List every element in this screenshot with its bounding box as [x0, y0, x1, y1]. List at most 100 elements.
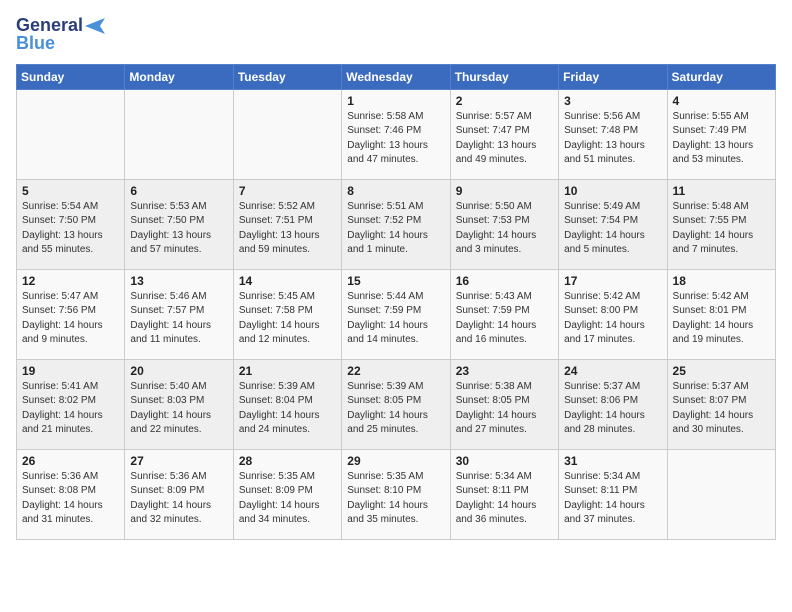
- calendar-cell: 14 Sunrise: 5:45 AM Sunset: 7:58 PM Dayli…: [233, 269, 341, 359]
- day-info: Sunrise: 5:55 AM Sunset: 7:49 PM Dayligh…: [673, 110, 770, 168]
- day-info: Sunrise: 5:43 AM Sunset: 7:59 PM Dayligh…: [456, 290, 553, 348]
- calendar-cell: 23 Sunrise: 5:38 AM Sunset: 8:05 PM Dayli…: [450, 359, 558, 449]
- calendar-week-1: 1 Sunrise: 5:58 AM Sunset: 7:46 PM Daylig…: [17, 89, 776, 179]
- calendar-cell: 18 Sunrise: 5:42 AM Sunset: 8:01 PM Dayli…: [667, 269, 775, 359]
- day-number: 16: [456, 274, 553, 288]
- calendar-cell: 13 Sunrise: 5:46 AM Sunset: 7:57 PM Dayli…: [125, 269, 233, 359]
- calendar-table: SundayMondayTuesdayWednesdayThursdayFrid…: [16, 64, 776, 540]
- day-info: Sunrise: 5:39 AM Sunset: 8:04 PM Dayligh…: [239, 380, 336, 438]
- calendar-cell: 21 Sunrise: 5:39 AM Sunset: 8:04 PM Dayli…: [233, 359, 341, 449]
- day-number: 21: [239, 364, 336, 378]
- day-info: Sunrise: 5:57 AM Sunset: 7:47 PM Dayligh…: [456, 110, 553, 168]
- calendar-cell: 10 Sunrise: 5:49 AM Sunset: 7:54 PM Dayli…: [559, 179, 667, 269]
- calendar-cell: 4 Sunrise: 5:55 AM Sunset: 7:49 PM Daylig…: [667, 89, 775, 179]
- calendar-cell: [125, 89, 233, 179]
- day-info: Sunrise: 5:51 AM Sunset: 7:52 PM Dayligh…: [347, 200, 444, 258]
- day-number: 17: [564, 274, 661, 288]
- day-info: Sunrise: 5:53 AM Sunset: 7:50 PM Dayligh…: [130, 200, 227, 258]
- day-number: 26: [22, 454, 119, 468]
- day-number: 13: [130, 274, 227, 288]
- day-number: 30: [456, 454, 553, 468]
- calendar-cell: [667, 449, 775, 539]
- weekday-header-sunday: Sunday: [17, 64, 125, 89]
- day-number: 20: [130, 364, 227, 378]
- day-info: Sunrise: 5:40 AM Sunset: 8:03 PM Dayligh…: [130, 380, 227, 438]
- day-number: 27: [130, 454, 227, 468]
- day-number: 7: [239, 184, 336, 198]
- calendar-cell: 29Sunrise: 5:35 AM Sunset: 8:10 PM Dayli…: [342, 449, 450, 539]
- weekday-header-saturday: Saturday: [667, 64, 775, 89]
- day-info: Sunrise: 5:34 AM Sunset: 8:11 PM Dayligh…: [456, 470, 553, 528]
- calendar-cell: 9 Sunrise: 5:50 AM Sunset: 7:53 PM Daylig…: [450, 179, 558, 269]
- calendar-cell: 27 Sunrise: 5:36 AM Sunset: 8:09 PM Dayli…: [125, 449, 233, 539]
- day-number: 19: [22, 364, 119, 378]
- calendar-cell: 26Sunrise: 5:36 AM Sunset: 8:08 PM Dayli…: [17, 449, 125, 539]
- calendar-cell: 30 Sunrise: 5:34 AM Sunset: 8:11 PM Dayli…: [450, 449, 558, 539]
- day-info: Sunrise: 5:48 AM Sunset: 7:55 PM Dayligh…: [673, 200, 770, 258]
- calendar-cell: 25Sunrise: 5:37 AM Sunset: 8:07 PM Dayli…: [667, 359, 775, 449]
- weekday-header-wednesday: Wednesday: [342, 64, 450, 89]
- day-number: 10: [564, 184, 661, 198]
- day-info: Sunrise: 5:35 AM Sunset: 8:09 PM Dayligh…: [239, 470, 336, 528]
- calendar-cell: 20 Sunrise: 5:40 AM Sunset: 8:03 PM Dayli…: [125, 359, 233, 449]
- day-number: 15: [347, 274, 444, 288]
- calendar-cell: 31 Sunrise: 5:34 AM Sunset: 8:11 PM Dayli…: [559, 449, 667, 539]
- calendar-cell: 7 Sunrise: 5:52 AM Sunset: 7:51 PM Daylig…: [233, 179, 341, 269]
- day-number: 28: [239, 454, 336, 468]
- day-number: 14: [239, 274, 336, 288]
- calendar-cell: 22 Sunrise: 5:39 AM Sunset: 8:05 PM Dayli…: [342, 359, 450, 449]
- calendar-cell: 28 Sunrise: 5:35 AM Sunset: 8:09 PM Dayli…: [233, 449, 341, 539]
- day-number: 1: [347, 94, 444, 108]
- calendar-cell: 15Sunrise: 5:44 AM Sunset: 7:59 PM Dayli…: [342, 269, 450, 359]
- day-number: 18: [673, 274, 770, 288]
- weekday-header-monday: Monday: [125, 64, 233, 89]
- day-number: 8: [347, 184, 444, 198]
- day-info: Sunrise: 5:42 AM Sunset: 8:01 PM Dayligh…: [673, 290, 770, 348]
- calendar-cell: 1 Sunrise: 5:58 AM Sunset: 7:46 PM Daylig…: [342, 89, 450, 179]
- day-info: Sunrise: 5:45 AM Sunset: 7:58 PM Dayligh…: [239, 290, 336, 348]
- day-info: Sunrise: 5:38 AM Sunset: 8:05 PM Dayligh…: [456, 380, 553, 438]
- day-number: 11: [673, 184, 770, 198]
- day-info: Sunrise: 5:49 AM Sunset: 7:54 PM Dayligh…: [564, 200, 661, 258]
- calendar-cell: 8 Sunrise: 5:51 AM Sunset: 7:52 PM Daylig…: [342, 179, 450, 269]
- day-info: Sunrise: 5:47 AM Sunset: 7:56 PM Dayligh…: [22, 290, 119, 348]
- calendar-cell: 17 Sunrise: 5:42 AM Sunset: 8:00 PM Dayli…: [559, 269, 667, 359]
- day-info: Sunrise: 5:52 AM Sunset: 7:51 PM Dayligh…: [239, 200, 336, 258]
- calendar-week-4: 19 Sunrise: 5:41 AM Sunset: 8:02 PM Dayli…: [17, 359, 776, 449]
- day-info: Sunrise: 5:41 AM Sunset: 8:02 PM Dayligh…: [22, 380, 119, 438]
- day-info: Sunrise: 5:54 AM Sunset: 7:50 PM Dayligh…: [22, 200, 119, 258]
- calendar-week-5: 26Sunrise: 5:36 AM Sunset: 8:08 PM Dayli…: [17, 449, 776, 539]
- day-info: Sunrise: 5:39 AM Sunset: 8:05 PM Dayligh…: [347, 380, 444, 438]
- calendar-week-2: 5 Sunrise: 5:54 AM Sunset: 7:50 PM Daylig…: [17, 179, 776, 269]
- weekday-header-thursday: Thursday: [450, 64, 558, 89]
- calendar-week-3: 12Sunrise: 5:47 AM Sunset: 7:56 PM Dayli…: [17, 269, 776, 359]
- calendar-cell: 5 Sunrise: 5:54 AM Sunset: 7:50 PM Daylig…: [17, 179, 125, 269]
- day-number: 24: [564, 364, 661, 378]
- day-info: Sunrise: 5:35 AM Sunset: 8:10 PM Dayligh…: [347, 470, 444, 528]
- logo: General Blue: [16, 16, 105, 54]
- day-number: 6: [130, 184, 227, 198]
- day-info: Sunrise: 5:36 AM Sunset: 8:09 PM Dayligh…: [130, 470, 227, 528]
- weekday-header-tuesday: Tuesday: [233, 64, 341, 89]
- day-info: Sunrise: 5:50 AM Sunset: 7:53 PM Dayligh…: [456, 200, 553, 258]
- day-number: 5: [22, 184, 119, 198]
- calendar-cell: 11 Sunrise: 5:48 AM Sunset: 7:55 PM Dayli…: [667, 179, 775, 269]
- day-info: Sunrise: 5:56 AM Sunset: 7:48 PM Dayligh…: [564, 110, 661, 168]
- day-number: 3: [564, 94, 661, 108]
- day-number: 23: [456, 364, 553, 378]
- calendar-cell: 12Sunrise: 5:47 AM Sunset: 7:56 PM Dayli…: [17, 269, 125, 359]
- day-info: Sunrise: 5:34 AM Sunset: 8:11 PM Dayligh…: [564, 470, 661, 528]
- day-number: 4: [673, 94, 770, 108]
- day-number: 2: [456, 94, 553, 108]
- calendar-cell: 19 Sunrise: 5:41 AM Sunset: 8:02 PM Dayli…: [17, 359, 125, 449]
- day-number: 22: [347, 364, 444, 378]
- day-info: Sunrise: 5:42 AM Sunset: 8:00 PM Dayligh…: [564, 290, 661, 348]
- day-info: Sunrise: 5:37 AM Sunset: 8:06 PM Dayligh…: [564, 380, 661, 438]
- day-number: 9: [456, 184, 553, 198]
- weekday-header-friday: Friday: [559, 64, 667, 89]
- day-info: Sunrise: 5:58 AM Sunset: 7:46 PM Dayligh…: [347, 110, 444, 168]
- day-info: Sunrise: 5:46 AM Sunset: 7:57 PM Dayligh…: [130, 290, 227, 348]
- day-number: 25: [673, 364, 770, 378]
- day-number: 31: [564, 454, 661, 468]
- logo-bird-icon: [85, 18, 105, 34]
